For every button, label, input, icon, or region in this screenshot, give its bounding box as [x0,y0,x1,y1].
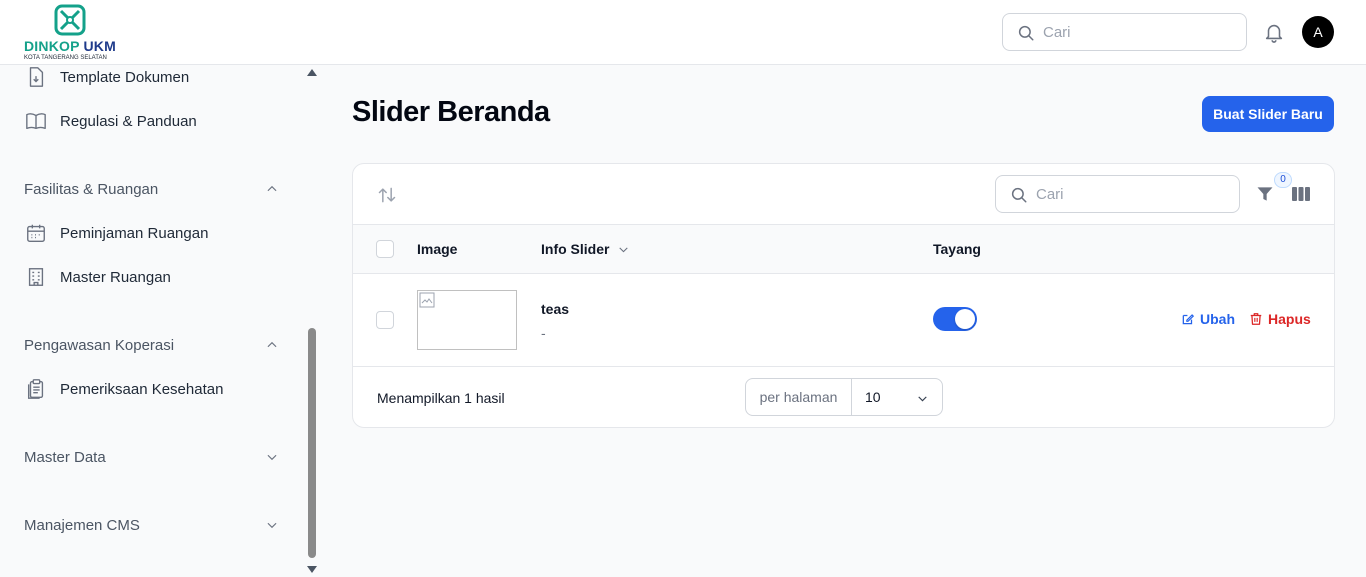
clipboard-icon [24,377,48,401]
select-all-checkbox[interactable] [376,240,394,258]
chevron-down-icon [267,522,277,529]
sidebar-item-label: Template Dokumen [60,68,190,86]
sidebar-item-label: Pemeriksaan Kesehatan [60,380,224,398]
top-bar: DINKOP UKM KOTA TANGERANG SELATAN A [0,0,1366,65]
sidebar-item-template-dokumen[interactable]: Template Dokumen [24,65,189,89]
book-open-icon [24,109,48,133]
filter-count-badge: 0 [1274,172,1292,188]
sidebar-group-label: Master Data [24,448,106,466]
table-search[interactable] [995,175,1240,213]
sidebar-item-master-ruangan[interactable]: Master Ruangan [24,265,171,289]
sidebar-group-master-data[interactable]: Master Data [24,445,279,469]
filter-icon[interactable] [1255,184,1275,204]
tayang-toggle[interactable] [933,307,977,331]
column-header-info-slider[interactable]: Info Slider [541,241,630,257]
slider-title: teas [541,301,570,317]
bell-icon[interactable] [1263,21,1285,43]
page-title: Slider Beranda [352,96,550,128]
sort-icon[interactable] [377,185,397,205]
chevron-down-icon [619,246,629,252]
table-footer: Menampilkan 1 hasil per halaman 10 [353,367,1334,427]
chevron-down-icon [267,454,277,461]
sidebar-group-label: Pengawasan Koperasi [24,336,175,354]
per-page-value: 10 [865,389,881,405]
create-slider-button[interactable]: Buat Slider Baru [1202,96,1334,132]
scroll-down-arrow-icon[interactable] [307,566,317,573]
per-page-select[interactable]: per halaman 10 [745,378,943,416]
logo-mark-icon [54,4,86,36]
table-row: teas - Ubah Hapus [353,274,1334,367]
column-header-tayang: Tayang [933,241,981,257]
user-avatar[interactable]: A [1302,16,1334,48]
sidebar-group-pengawasan[interactable]: Pengawasan Koperasi [24,333,279,357]
global-search[interactable] [1002,13,1247,51]
brand-name: DINKOP UKM [24,38,116,54]
table-header: Image Info Slider Tayang [353,225,1334,274]
calendar-icon [24,221,48,245]
sidebar-item-label: Peminjaman Ruangan [60,224,209,242]
slider-image [417,290,517,350]
delete-button[interactable]: Hapus [1249,311,1311,327]
sidebar-item-pemeriksaan-kesehatan[interactable]: Pemeriksaan Kesehatan [24,377,223,401]
search-icon [1011,187,1027,203]
chevron-down-icon [918,396,927,402]
sidebar-item-regulasi-panduan[interactable]: Regulasi & Panduan [24,109,197,133]
edit-button[interactable]: Ubah [1181,311,1235,327]
sidebar-item-label: Regulasi & Panduan [60,112,197,130]
edit-label: Ubah [1200,311,1235,327]
sidebar-item-peminjaman-ruangan[interactable]: Peminjaman Ruangan [24,221,208,245]
broken-image-icon [419,292,435,308]
sidebar: Template Dokumen Regulasi & Panduan Fasi… [0,65,320,577]
columns-icon[interactable] [1291,186,1311,202]
trash-icon [1250,313,1262,325]
slider-subtitle: - [541,325,546,341]
column-header-image: Image [417,241,458,257]
scrollbar-thumb[interactable] [308,328,316,558]
chevron-up-icon [267,185,277,192]
document-download-icon [24,65,48,89]
app-logo[interactable]: DINKOP UKM KOTA TANGERANG SELATAN [24,2,124,62]
chevron-up-icon [267,341,277,348]
sidebar-group-label: Manajemen CMS [24,516,140,534]
delete-label: Hapus [1268,311,1311,327]
table-search-input[interactable] [1036,184,1226,204]
slider-table-card: 0 Image Info Slider Tayang teas - Ubah H… [352,163,1335,428]
toggle-knob [955,309,975,329]
sidebar-group-manajemen-cms[interactable]: Manajemen CMS [24,513,279,537]
sidebar-group-label: Fasilitas & Ruangan [24,180,159,198]
edit-icon [1182,314,1195,325]
row-checkbox[interactable] [376,311,394,329]
scroll-up-arrow-icon[interactable] [307,69,317,76]
result-count-text: Menampilkan 1 hasil [377,390,505,406]
table-toolbar: 0 [353,164,1334,225]
search-icon [1018,25,1034,41]
sidebar-group-fasilitas[interactable]: Fasilitas & Ruangan [24,177,279,201]
global-search-input[interactable] [1043,22,1233,42]
per-page-label: per halaman [746,379,852,415]
sidebar-item-label: Master Ruangan [60,268,171,286]
brand-tagline: KOTA TANGERANG SELATAN [24,55,107,61]
building-icon [24,265,48,289]
